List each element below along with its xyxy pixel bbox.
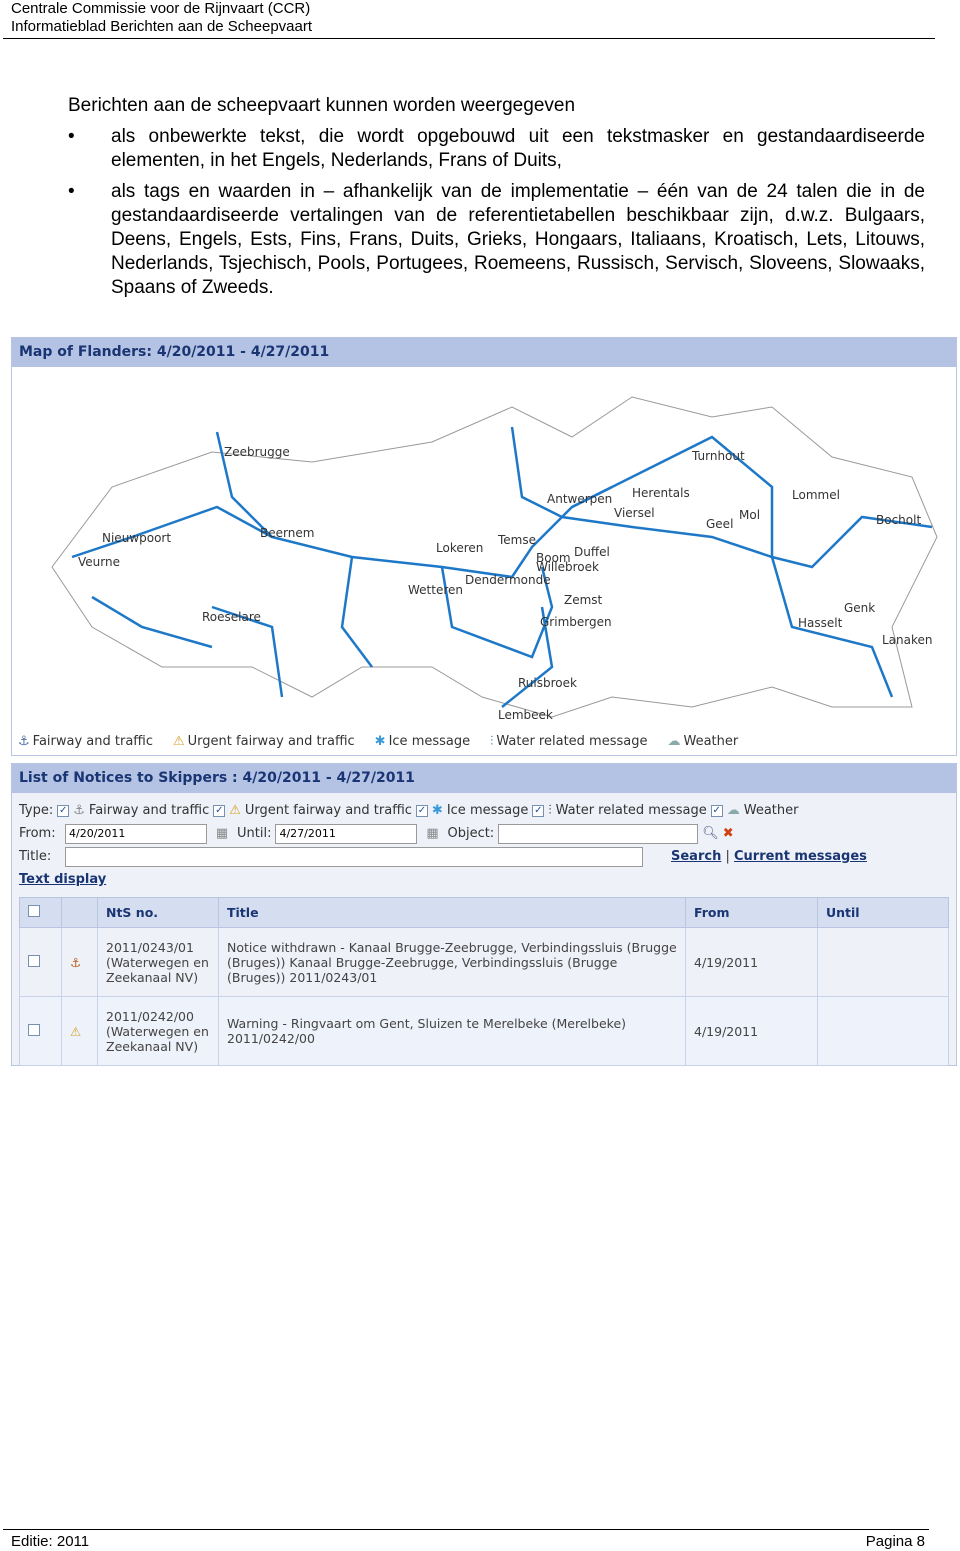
- weather-icon: ☁: [726, 803, 740, 818]
- row-checkbox[interactable]: [28, 954, 40, 967]
- footer-edition: Editie: 2011: [11, 1533, 90, 1550]
- title-label: Title:: [19, 849, 52, 864]
- calendar-icon[interactable]: ▦: [421, 826, 443, 841]
- table-row[interactable]: ⚠ 2011/0242/00 (Waterwegen en Zeekanaal …: [19, 996, 949, 1066]
- filter-form: Type: ✓ ⚓ Fairway and traffic ✓ ⚠ Urgent fai…: [12, 793, 956, 891]
- place-label: Grimbergen: [540, 615, 612, 629]
- place-label: Antwerpen: [547, 492, 613, 506]
- place-label: Nieuwpoort: [102, 531, 172, 545]
- object-input[interactable]: [498, 823, 699, 844]
- place-label: Herentals: [632, 486, 690, 500]
- place-label: Hasselt: [798, 616, 843, 630]
- type-checkbox-ice[interactable]: ✓: [415, 804, 428, 817]
- current-messages-link[interactable]: Current messages: [734, 849, 867, 864]
- urgent-anchor-icon: ⚠: [61, 996, 98, 1066]
- footer-rule: [3, 1529, 929, 1530]
- water-gauge-icon: ⫶: [490, 733, 494, 749]
- header-rule: [3, 38, 935, 39]
- notices-table: NtS no. Title From Until ⚓ 2011/0243/01 …: [19, 897, 949, 1066]
- body-text: Berichten aan de scheepvaart kunnen word…: [68, 94, 925, 307]
- from-label: From:: [19, 826, 56, 841]
- place-label: Roeselare: [202, 610, 261, 624]
- map-title: Map of Flanders: 4/20/2011 - 4/27/2011: [12, 338, 956, 367]
- legend-item: ⚠ Urgent fairway and traffic: [173, 733, 355, 749]
- place-label: Temse: [498, 533, 536, 547]
- from-date-input[interactable]: [65, 823, 207, 844]
- ice-icon: ✱: [431, 803, 443, 818]
- place-label: Zeebrugge: [224, 445, 290, 459]
- notices-panel: List of Notices to Skippers : 4/20/2011 …: [11, 763, 957, 1066]
- place-label: Ruisbroek: [518, 676, 577, 690]
- legend-item: ✱ Ice message: [374, 733, 471, 749]
- weather-icon: ☁: [667, 733, 681, 749]
- place-label: Wetteren: [408, 583, 463, 597]
- map-of-flanders[interactable]: Zeebrugge Turnhout Antwerpen Herentals L…: [12, 367, 956, 727]
- place-label: Viersel: [614, 506, 655, 520]
- type-checkbox-urgent[interactable]: ✓: [213, 804, 226, 817]
- place-label: Lembeek: [498, 708, 553, 722]
- document-header: Centrale Commissie voor de Rijnvaart (CC…: [11, 0, 312, 36]
- place-label: Lokeren: [436, 541, 484, 555]
- anchor-icon: ⚓: [18, 733, 30, 749]
- place-label: Geel: [706, 517, 734, 531]
- ice-icon: ✱: [374, 733, 386, 749]
- header-line1: Centrale Commissie voor de Rijnvaart (CC…: [11, 0, 311, 17]
- urgent-anchor-icon: ⚠: [173, 733, 185, 749]
- type-label: Type:: [19, 803, 54, 818]
- water-gauge-icon: ⫶: [548, 803, 552, 818]
- bullet: als onbewerkte tekst, die wordt opgebouw…: [68, 125, 925, 173]
- object-label: Object:: [447, 826, 495, 841]
- type-checkbox-water[interactable]: ✓: [532, 804, 545, 817]
- header-line2: Informatieblad Berichten aan de Scheepva…: [11, 18, 313, 35]
- clear-icon[interactable]: ✖: [723, 826, 734, 841]
- search-link[interactable]: Search: [671, 849, 721, 864]
- text-display-link[interactable]: Text display: [19, 872, 106, 887]
- urgent-anchor-icon: ⚠: [229, 803, 241, 818]
- place-label: Duffel: [574, 545, 610, 559]
- list-title: List of Notices to Skippers : 4/20/2011 …: [12, 764, 956, 793]
- table-header: NtS no. Title From Until: [19, 897, 949, 928]
- calendar-icon[interactable]: ▦: [211, 826, 233, 841]
- place-label: Lommel: [792, 488, 840, 502]
- type-checkbox-weather[interactable]: ✓: [710, 804, 723, 817]
- place-label: Genk: [844, 601, 876, 615]
- legend-item: ☁ Weather: [667, 733, 739, 749]
- place-label: Beernem: [260, 526, 315, 540]
- place-label: Willebroek: [536, 560, 599, 574]
- place-label: Bocholt: [876, 513, 922, 527]
- bullet: als tags en waarden in – afhankelijk van…: [68, 180, 925, 300]
- map-legend: ⚓ Fairway and traffic ⚠ Urgent fairway and…: [12, 727, 956, 755]
- place-label: Lanaken: [882, 633, 933, 647]
- anchor-icon: ⚓: [73, 803, 85, 818]
- place-label: Mol: [739, 508, 761, 522]
- type-checkbox-fairway[interactable]: ✓: [57, 804, 70, 817]
- row-checkbox[interactable]: [28, 1023, 40, 1036]
- legend-item: ⚓ Fairway and traffic: [18, 733, 154, 749]
- place-label: Zemst: [564, 593, 603, 607]
- anchor-icon: ⚓: [61, 927, 98, 997]
- table-row[interactable]: ⚓ 2011/0243/01 (Waterwegen en Zeekanaal …: [19, 927, 949, 997]
- until-date-input[interactable]: [275, 823, 418, 844]
- place-label: Veurne: [78, 555, 120, 569]
- select-all-checkbox[interactable]: [28, 905, 40, 917]
- map-outline: [51, 396, 938, 718]
- legend-item: ⫶ Water related message: [490, 733, 648, 749]
- intro: Berichten aan de scheepvaart kunnen word…: [68, 95, 576, 116]
- until-label: Until:: [237, 826, 272, 841]
- place-label: Turnhout: [692, 449, 745, 463]
- search-icon[interactable]: 🔍︎: [702, 826, 719, 841]
- map-panel: Map of Flanders: 4/20/2011 - 4/27/2011 Z…: [11, 337, 957, 756]
- place-label: Dendermonde: [465, 573, 551, 587]
- title-input[interactable]: [65, 846, 643, 867]
- footer-page: Pagina 8: [865, 1533, 925, 1550]
